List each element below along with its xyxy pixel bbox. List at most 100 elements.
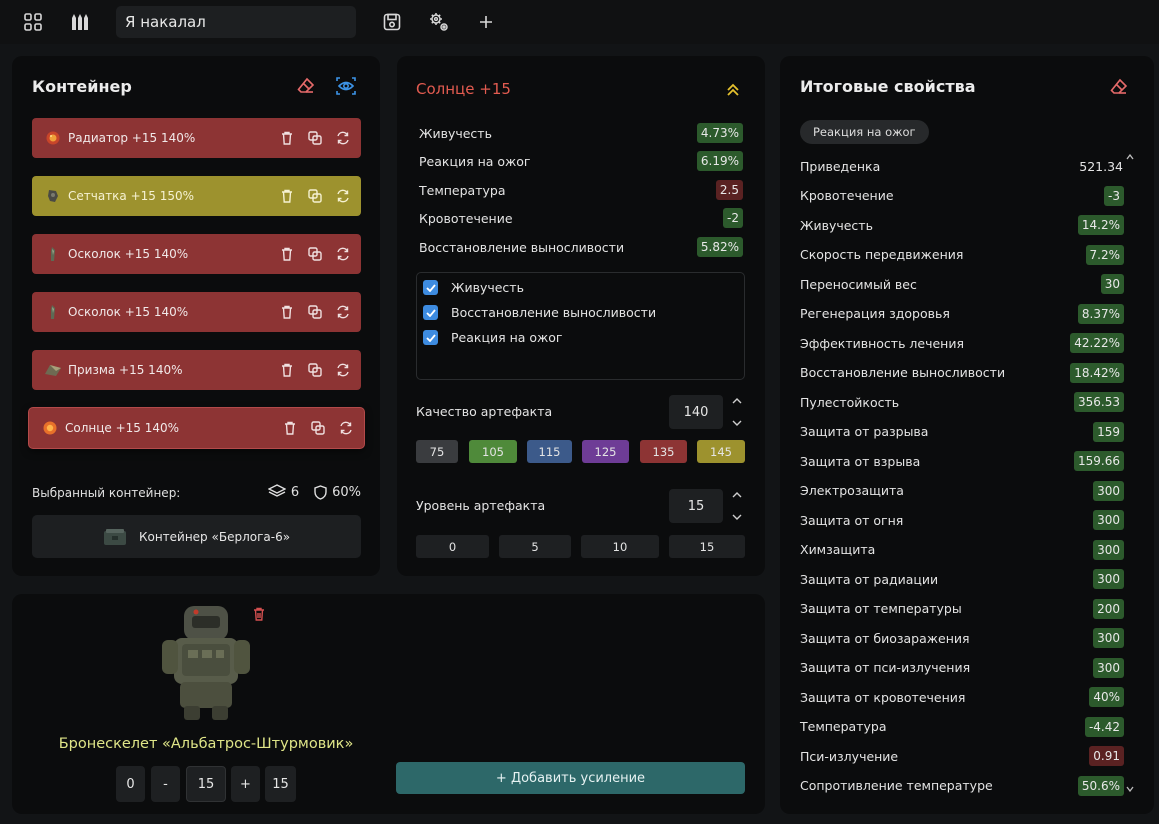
checkbox-checked[interactable]: [423, 280, 438, 295]
max-level-button[interactable]: 15: [265, 766, 296, 802]
total-prop-name: Кровотечение: [800, 188, 894, 203]
copy-icon[interactable]: [307, 303, 323, 321]
total-prop-row: Регенерация здоровья 8.37%: [800, 303, 1124, 325]
quality-preset[interactable]: 125: [582, 440, 629, 463]
checklist-item[interactable]: Реакция на ожог: [423, 330, 563, 345]
increment-button[interactable]: +: [231, 766, 260, 802]
quality-preset[interactable]: 75: [416, 440, 458, 463]
total-prop-value: 30: [1100, 274, 1124, 294]
level-preset[interactable]: 10: [581, 535, 659, 558]
trash-icon[interactable]: [279, 245, 295, 263]
container-item[interactable]: Радиатор +15 140%: [32, 118, 361, 158]
total-prop-value: 356.53: [1074, 392, 1124, 412]
copy-icon[interactable]: [307, 245, 323, 263]
trash-icon[interactable]: [253, 606, 265, 625]
total-prop-value: 7.2%: [1085, 244, 1124, 265]
checkbox-checked[interactable]: [423, 305, 438, 320]
shard-artifact-icon: [44, 303, 62, 321]
refresh-icon[interactable]: [335, 187, 351, 205]
quality-spinner[interactable]: [731, 397, 743, 427]
trash-icon[interactable]: [282, 419, 298, 437]
total-prop-row: Пулестойкость 356.53: [800, 391, 1124, 413]
trash-icon[interactable]: [279, 129, 295, 147]
quality-preset[interactable]: 145: [697, 440, 745, 463]
total-prop-row: Пси-излучение 0.91: [800, 745, 1124, 767]
total-prop-value: -3: [1104, 185, 1124, 206]
copy-icon[interactable]: [307, 361, 323, 379]
level-preset[interactable]: 5: [499, 535, 571, 558]
build-name-input[interactable]: Я накалал: [116, 6, 356, 38]
level-value-input[interactable]: 15: [186, 766, 226, 802]
copy-icon[interactable]: [310, 419, 326, 437]
ammo-icon[interactable]: [67, 9, 93, 35]
quality-preset[interactable]: 115: [527, 440, 572, 463]
quality-input[interactable]: 140: [669, 395, 723, 429]
scroll-up-icon[interactable]: [1126, 152, 1134, 163]
trash-icon[interactable]: [279, 303, 295, 321]
plus-icon[interactable]: [473, 9, 499, 35]
item-label: Осколок +15 140%: [68, 247, 189, 261]
level-preset[interactable]: 15: [669, 535, 745, 558]
total-prop-name: Защита от радиации: [800, 571, 939, 587]
checklist-item[interactable]: Восстановление выносливости: [423, 305, 656, 320]
level-preset[interactable]: 0: [416, 535, 489, 558]
double-chevron-up-icon[interactable]: [726, 82, 740, 101]
trash-icon[interactable]: [279, 361, 295, 379]
checklist-label: Живучесть: [451, 280, 524, 295]
add-upgrade-button[interactable]: + Добавить усиление: [396, 762, 745, 794]
total-prop-name: Приведенка: [800, 158, 881, 174]
grid-icon[interactable]: [20, 9, 46, 35]
total-prop-name: Защита от температуры: [800, 601, 962, 616]
container-item-selected[interactable]: Солнце +15 140%: [29, 408, 364, 448]
eraser-icon[interactable]: [296, 76, 316, 100]
total-prop-name: Пулестойкость: [800, 394, 900, 410]
container-box-icon: [103, 528, 127, 546]
total-prop-name: Защита от разрыва: [800, 424, 929, 439]
total-prop-value: 8.37%: [1077, 303, 1124, 324]
total-prop-value: 300: [1093, 510, 1124, 530]
total-prop-name: Пси-излучение: [800, 748, 899, 764]
scroll-down-icon[interactable]: [1126, 784, 1134, 795]
total-prop-row: Приведенка 521.34: [800, 155, 1124, 177]
copy-icon[interactable]: [307, 129, 323, 147]
prop-name: Кровотечение: [419, 210, 513, 226]
refresh-icon[interactable]: [335, 129, 351, 147]
container-item[interactable]: Осколок +15 140%: [32, 292, 361, 332]
total-prop-name: Защита от огня: [800, 512, 904, 528]
min-level-button[interactable]: 0: [116, 766, 145, 802]
refresh-icon[interactable]: [335, 245, 351, 263]
save-icon[interactable]: [379, 9, 405, 35]
total-prop-row: Электрозащита 300: [800, 480, 1124, 502]
total-prop-name: Химзащита: [800, 542, 876, 557]
refresh-icon[interactable]: [338, 419, 354, 437]
eraser-icon[interactable]: [1109, 77, 1129, 101]
level-input[interactable]: 15: [669, 489, 723, 523]
container-item[interactable]: Сетчатка +15 150%: [32, 176, 361, 216]
container-name: Контейнер «Берлога-6»: [138, 529, 291, 544]
filter-chip[interactable]: Реакция на ожог: [800, 120, 929, 144]
trash-icon[interactable]: [279, 187, 295, 205]
total-prop-name: Переносимый вес: [800, 276, 917, 292]
refresh-icon[interactable]: [335, 303, 351, 321]
quality-preset[interactable]: 105: [469, 440, 517, 463]
exoskeleton-image[interactable]: [158, 602, 254, 728]
level-spinner[interactable]: [731, 491, 743, 521]
checklist-item[interactable]: Живучесть: [423, 280, 524, 295]
decrement-button[interactable]: -: [151, 766, 180, 802]
copy-icon[interactable]: [307, 187, 323, 205]
total-prop-value: 159: [1093, 421, 1124, 442]
container-item[interactable]: Призма +15 140%: [32, 350, 361, 390]
settings-icon[interactable]: [426, 9, 452, 35]
checkbox-checked[interactable]: [423, 330, 438, 345]
chevron-up-icon: [732, 398, 742, 404]
total-prop-value: 14.2%: [1077, 215, 1124, 235]
artifact-prop-row: Восстановление выносливости 5.82%: [419, 237, 743, 257]
total-prop-row: Восстановление выносливости 18.42%: [800, 362, 1124, 384]
container-select-button[interactable]: Контейнер «Берлога-6»: [32, 515, 361, 558]
total-prop-value: 300: [1093, 539, 1124, 560]
refresh-icon[interactable]: [335, 361, 351, 379]
eye-scan-icon[interactable]: [335, 75, 357, 101]
quality-preset[interactable]: 135: [640, 440, 687, 463]
container-item[interactable]: Осколок +15 140%: [32, 234, 361, 274]
artifact-prop-row: Реакция на ожог 6.19%: [419, 151, 743, 171]
